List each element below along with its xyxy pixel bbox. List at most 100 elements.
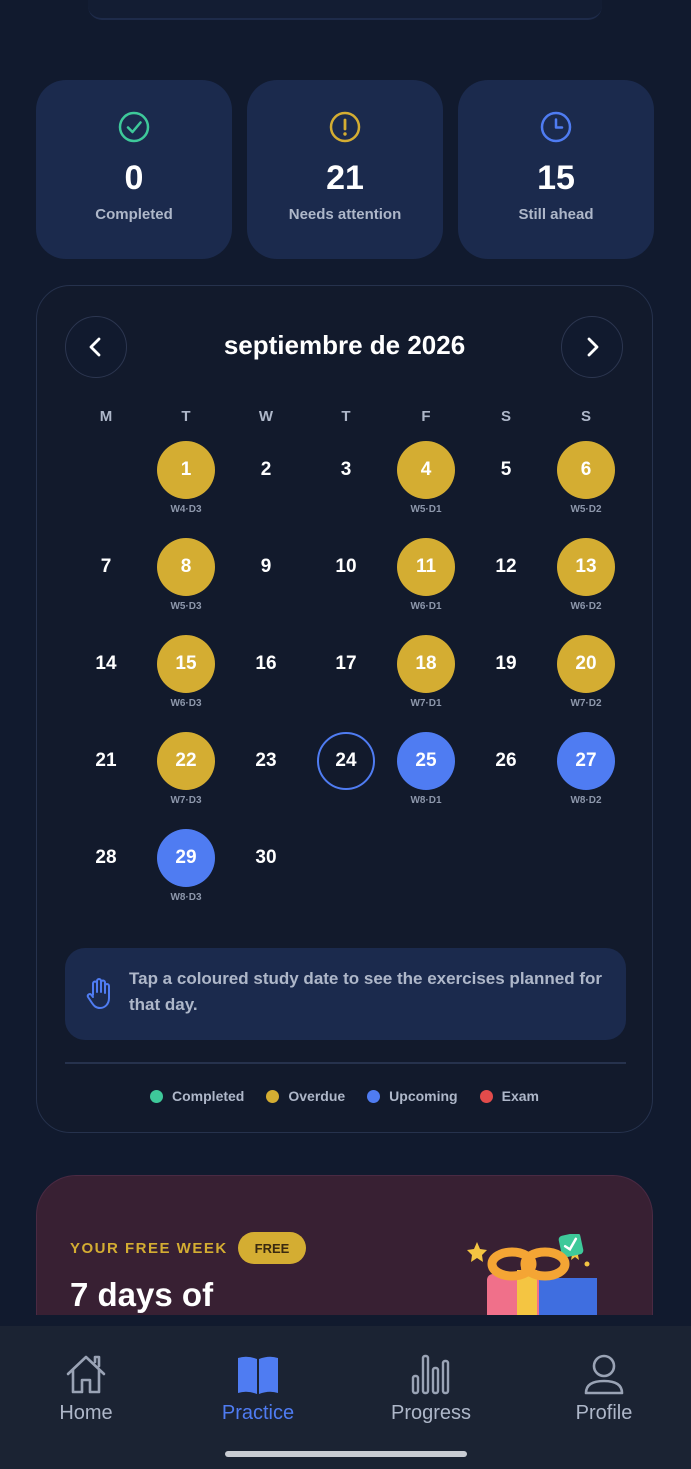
- calendar-day-30: 30: [255, 847, 277, 868]
- legend-item: Exam: [479, 1088, 539, 1104]
- bottom-navigation: Home Practice Progress Profile: [0, 1326, 691, 1469]
- legend-label: Completed: [172, 1088, 245, 1104]
- legend-label: Exam: [501, 1088, 539, 1104]
- day-session-tag: W4·D3: [170, 504, 202, 515]
- home-icon: [66, 1355, 106, 1394]
- calendar-day-21: 21: [95, 750, 117, 771]
- nav-item-home[interactable]: Home: [16, 1352, 156, 1425]
- stat-label: Still ahead: [518, 206, 594, 223]
- nav-label: Practice: [221, 1402, 295, 1424]
- calendar-day-26: 26: [495, 750, 517, 771]
- gift-box-icon: [467, 1234, 597, 1315]
- stat-label: Needs attention: [288, 206, 402, 223]
- day-session-tag: W5·D1: [410, 504, 442, 515]
- legend-item: Upcoming: [367, 1088, 458, 1104]
- weekday-header: W: [258, 408, 274, 425]
- day-session-tag: W7·D1: [410, 698, 442, 709]
- legend-dot: [479, 1089, 493, 1103]
- calendar-day-7: 7: [100, 556, 112, 577]
- next-month-button[interactable]: [561, 316, 623, 378]
- alert-circle-icon: [329, 111, 361, 143]
- calendar-day-15[interactable]: 15: [157, 635, 215, 693]
- day-session-tag: W6·D3: [170, 698, 202, 709]
- calendar-day-6[interactable]: 6: [557, 441, 615, 499]
- legend-label: Overdue: [288, 1088, 346, 1104]
- legend-dot: [266, 1089, 280, 1103]
- calendar-hint-text: Tap a coloured study date to see the exe…: [129, 969, 602, 1014]
- free-week-promo-card[interactable]: YOUR FREE WEEK FREE 7 days of: [36, 1175, 653, 1315]
- nav-item-progress[interactable]: Progress: [361, 1352, 501, 1425]
- stat-card-completed: 0 Completed: [36, 80, 232, 259]
- calendar-day-10: 10: [335, 556, 357, 577]
- calendar-day-24: 24: [317, 732, 375, 790]
- calendar-day-29[interactable]: 29: [157, 829, 215, 887]
- chevron-right-icon: [587, 337, 599, 357]
- calendar-day-2: 2: [260, 459, 272, 480]
- nav-label: Profile: [575, 1402, 633, 1424]
- free-badge: FREE: [238, 1232, 306, 1264]
- day-session-tag: W8·D1: [410, 795, 442, 806]
- stat-label: Completed: [95, 206, 173, 223]
- calendar-day-12: 12: [495, 556, 517, 577]
- stat-value: 21: [326, 159, 364, 197]
- weekday-header: S: [500, 408, 511, 425]
- nav-item-practice[interactable]: Practice: [188, 1352, 328, 1425]
- day-session-tag: W7·D3: [170, 795, 202, 806]
- weekday-header: T: [341, 408, 351, 425]
- calendar-day-3: 3: [340, 459, 352, 480]
- calendar-day-28: 28: [95, 847, 117, 868]
- promo-eyebrow: YOUR FREE WEEK: [70, 1240, 228, 1257]
- day-session-tag: W5·D2: [570, 504, 602, 515]
- calendar-day-27[interactable]: 27: [557, 732, 615, 790]
- calendar-day-9: 9: [260, 556, 272, 577]
- home-indicator: [225, 1451, 467, 1457]
- calendar-legend: Completed Overdue Upcoming Exam: [37, 1088, 652, 1104]
- calendar-hint: Tap a coloured study date to see the exe…: [65, 948, 626, 1040]
- day-session-tag: W6·D1: [410, 601, 442, 612]
- calendar-day-13[interactable]: 13: [557, 538, 615, 596]
- legend-item: Overdue: [266, 1088, 345, 1104]
- legend-label: Upcoming: [389, 1088, 458, 1104]
- book-icon: [238, 1356, 278, 1394]
- month-title: septiembre de 2026: [223, 330, 466, 360]
- previous-card-edge: [88, 0, 602, 20]
- divider: [65, 1062, 626, 1064]
- weekday-header: T: [181, 408, 191, 425]
- calendar-day-11[interactable]: 11: [397, 538, 455, 596]
- day-session-tag: W7·D2: [570, 698, 602, 709]
- calendar-day-22[interactable]: 22: [157, 732, 215, 790]
- calendar-day-5: 5: [500, 459, 512, 480]
- day-session-tag: W5·D3: [170, 601, 202, 612]
- calendar-day-16: 16: [255, 653, 277, 674]
- stat-value: 0: [124, 159, 144, 197]
- calendar-day-20[interactable]: 20: [557, 635, 615, 693]
- day-session-tag: W8·D3: [170, 892, 202, 903]
- calendar-day-25[interactable]: 25: [397, 732, 455, 790]
- bar-chart-icon: [411, 1354, 450, 1395]
- weekday-header: F: [421, 408, 431, 425]
- calendar-day-4[interactable]: 4: [397, 441, 455, 499]
- day-session-tag: W6·D2: [570, 601, 602, 612]
- calendar-day-18[interactable]: 18: [397, 635, 455, 693]
- day-session-tag: W8·D2: [570, 795, 602, 806]
- legend-dot: [150, 1089, 164, 1103]
- weekday-header: M: [99, 408, 113, 425]
- hand-icon: [86, 978, 110, 1009]
- stat-card-needs-attention: 21 Needs attention: [247, 80, 443, 259]
- check-circle-icon: [118, 111, 150, 143]
- clock-icon: [540, 111, 572, 143]
- nav-item-profile[interactable]: Profile: [534, 1352, 674, 1425]
- calendar-day-17: 17: [335, 653, 357, 674]
- stat-card-still-ahead: 15 Still ahead: [458, 80, 654, 259]
- nav-label: Home: [59, 1402, 113, 1424]
- calendar-card: septiembre de 2026 M T W T F S S 1 W4·D3 2 3 4 W5·D…: [36, 285, 653, 1133]
- weekday-header: S: [580, 408, 591, 425]
- calendar-day-14: 14: [95, 653, 117, 674]
- promo-headline: 7 days of: [70, 1276, 214, 1313]
- nav-label: Progress: [390, 1402, 472, 1424]
- calendar-day-8[interactable]: 8: [157, 538, 215, 596]
- stat-value: 15: [537, 159, 575, 197]
- calendar-day-1[interactable]: 1: [157, 441, 215, 499]
- calendar-day-19: 19: [495, 653, 517, 674]
- legend-item: Completed: [150, 1088, 244, 1104]
